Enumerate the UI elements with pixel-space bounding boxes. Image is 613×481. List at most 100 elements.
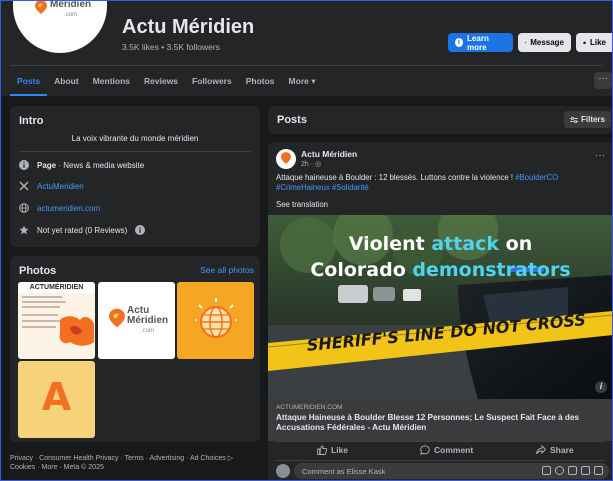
like-page-button[interactable]: Like — [576, 33, 613, 52]
message-label: Message — [530, 38, 564, 47]
intro-category: · News & media website — [56, 160, 145, 170]
post-options-icon[interactable]: ··· — [595, 150, 605, 161]
image-headline-line1: Violent attack on — [348, 233, 533, 255]
see-translation-link[interactable]: See translation — [276, 200, 328, 209]
info-icon: i — [455, 38, 464, 47]
page-header: Méridien .com Actu Méridien 3.5K likes •… — [0, 0, 613, 96]
learn-more-button[interactable]: i Learn more — [448, 33, 513, 52]
intro-rating-row: Not yet rated (0 Reviews) — [19, 225, 146, 235]
photo-thumbnail-4[interactable]: A — [18, 361, 95, 438]
post-image[interactable]: Violent attack on Colorado demonstrators… — [268, 215, 613, 399]
learn-more-label: Learn more — [467, 33, 489, 52]
link-preview[interactable]: ACTUMERIDIEN.COM Attaque Haineuse à Boul… — [268, 399, 613, 441]
tab-about[interactable]: About — [47, 72, 86, 96]
location-pin-icon — [35, 0, 47, 14]
page-stats[interactable]: 3.5K likes • 3.5K followers — [122, 42, 220, 52]
page-avatar[interactable]: Méridien .com — [10, 0, 110, 56]
intro-website-link[interactable]: actumeridien.com — [37, 204, 100, 213]
share-button[interactable]: Share — [536, 445, 574, 455]
photos-title: Photos — [19, 265, 57, 277]
intro-title: Intro — [19, 115, 44, 127]
comment-divider — [276, 460, 605, 461]
info-circle-icon — [19, 160, 29, 170]
footer-links[interactable]: Privacy · Consumer Health Privacy · Term… — [10, 454, 260, 472]
post-card: Actu Méridien 2h · ◎ ··· Attaque haineus… — [268, 142, 613, 481]
comment-bubble-icon — [420, 445, 430, 455]
page-title: Actu Méridien — [122, 16, 255, 38]
filter-sliders-icon — [569, 116, 578, 123]
intro-card: Intro La voix vibrante du monde méridien… — [10, 106, 260, 247]
gif-icon[interactable] — [581, 466, 590, 475]
brand-pin-icon — [109, 308, 125, 328]
star-icon — [19, 225, 29, 235]
intro-x-row[interactable]: ActuMeridien — [19, 181, 84, 191]
intro-website-row[interactable]: actumeridien.com — [19, 203, 100, 213]
sticker-icon[interactable] — [594, 466, 603, 475]
intro-rating-text: Not yet rated (0 Reviews) — [37, 225, 128, 235]
globe-sun-icon — [195, 298, 237, 338]
message-button[interactable]: Message — [518, 33, 571, 52]
comment-composer — [276, 463, 609, 479]
comment-tools — [542, 466, 603, 475]
tab-photos[interactable]: Photos — [239, 72, 282, 96]
messenger-icon — [525, 41, 527, 44]
post-body: Attaque haineuse à Boulder : 12 blessés.… — [276, 173, 606, 193]
photo-thumbnail-3[interactable] — [177, 282, 254, 359]
like-label: Like — [589, 38, 606, 47]
tab-mentions[interactable]: Mentions — [86, 72, 137, 96]
post-author-avatar[interactable] — [276, 149, 296, 169]
avatar-brand-sub: .com — [64, 12, 78, 18]
photo-2-sub: .com — [141, 328, 155, 334]
filters-label: Filters — [580, 115, 605, 124]
filters-button[interactable]: Filters — [564, 111, 611, 128]
posts-header-card: Posts Filters — [268, 106, 613, 134]
intro-page-label: Page — [37, 160, 57, 170]
hashtag-boulder[interactable]: #BoulderCO — [515, 173, 558, 182]
post-text: Attaque haineuse à Boulder : 12 blessés.… — [276, 173, 516, 182]
photo-1-title: ACTUMÉRIDIEN — [18, 282, 95, 293]
thumbs-up-icon — [583, 41, 586, 44]
image-info-icon[interactable]: i — [595, 381, 607, 393]
author-pin-icon — [281, 152, 291, 164]
post-author-name[interactable]: Actu Méridien — [301, 149, 357, 159]
hashtags-line[interactable]: #CrimeHaineux #Solidarité — [276, 183, 369, 192]
link-domain: ACTUMERIDIEN.COM — [276, 404, 343, 411]
page-tabs: Posts About Mentions Reviews Followers P… — [10, 72, 322, 96]
avatar-logo: Méridien .com — [35, 0, 91, 20]
user-avatar[interactable] — [276, 464, 290, 478]
like-button[interactable]: Like — [317, 445, 348, 455]
camera-icon[interactable] — [568, 466, 577, 475]
photo-thumbnail-1[interactable]: ACTUMÉRIDIEN — [18, 282, 95, 359]
tab-posts[interactable]: Posts — [10, 72, 48, 96]
intro-page-category: Page · News & media website — [19, 160, 144, 170]
intro-x-handle[interactable]: ActuMeridien — [37, 182, 84, 191]
more-options-button[interactable]: ··· — [594, 72, 612, 89]
comment-button[interactable]: Comment — [420, 445, 473, 455]
tab-more[interactable]: More ▾ — [282, 72, 323, 96]
post-timestamp[interactable]: 2h · ◎ — [301, 160, 321, 168]
see-all-photos-link[interactable]: See all photos — [200, 265, 254, 275]
globe-icon — [19, 203, 29, 213]
avatar-brand-text: Méridien — [50, 0, 92, 10]
share-button-label: Share — [550, 445, 574, 455]
share-arrow-icon — [536, 445, 546, 455]
comment-button-label: Comment — [434, 445, 474, 455]
x-logo-icon — [19, 181, 29, 191]
like-button-label: Like — [331, 445, 349, 455]
emoji-icon[interactable] — [555, 466, 564, 475]
avatar-sticker-icon[interactable] — [542, 466, 551, 475]
map-graphic-icon — [59, 316, 94, 346]
header-divider — [10, 65, 603, 66]
rating-info-icon[interactable] — [135, 225, 146, 235]
photo-2-brand-line2: Méridien — [127, 315, 169, 326]
tab-followers[interactable]: Followers — [185, 72, 239, 96]
photo-4-letter: A — [41, 375, 72, 419]
like-thumb-icon — [317, 445, 327, 455]
posts-title: Posts — [277, 114, 307, 126]
photo-thumbnail-2[interactable]: Actu Méridien .com — [98, 282, 175, 359]
actions-divider — [276, 441, 605, 442]
tab-reviews[interactable]: Reviews — [137, 72, 185, 96]
image-headline-line2: Colorado demonstrators — [310, 259, 571, 281]
intro-bio: La voix vibrante du monde méridien — [71, 134, 199, 143]
intro-divider — [19, 151, 251, 152]
